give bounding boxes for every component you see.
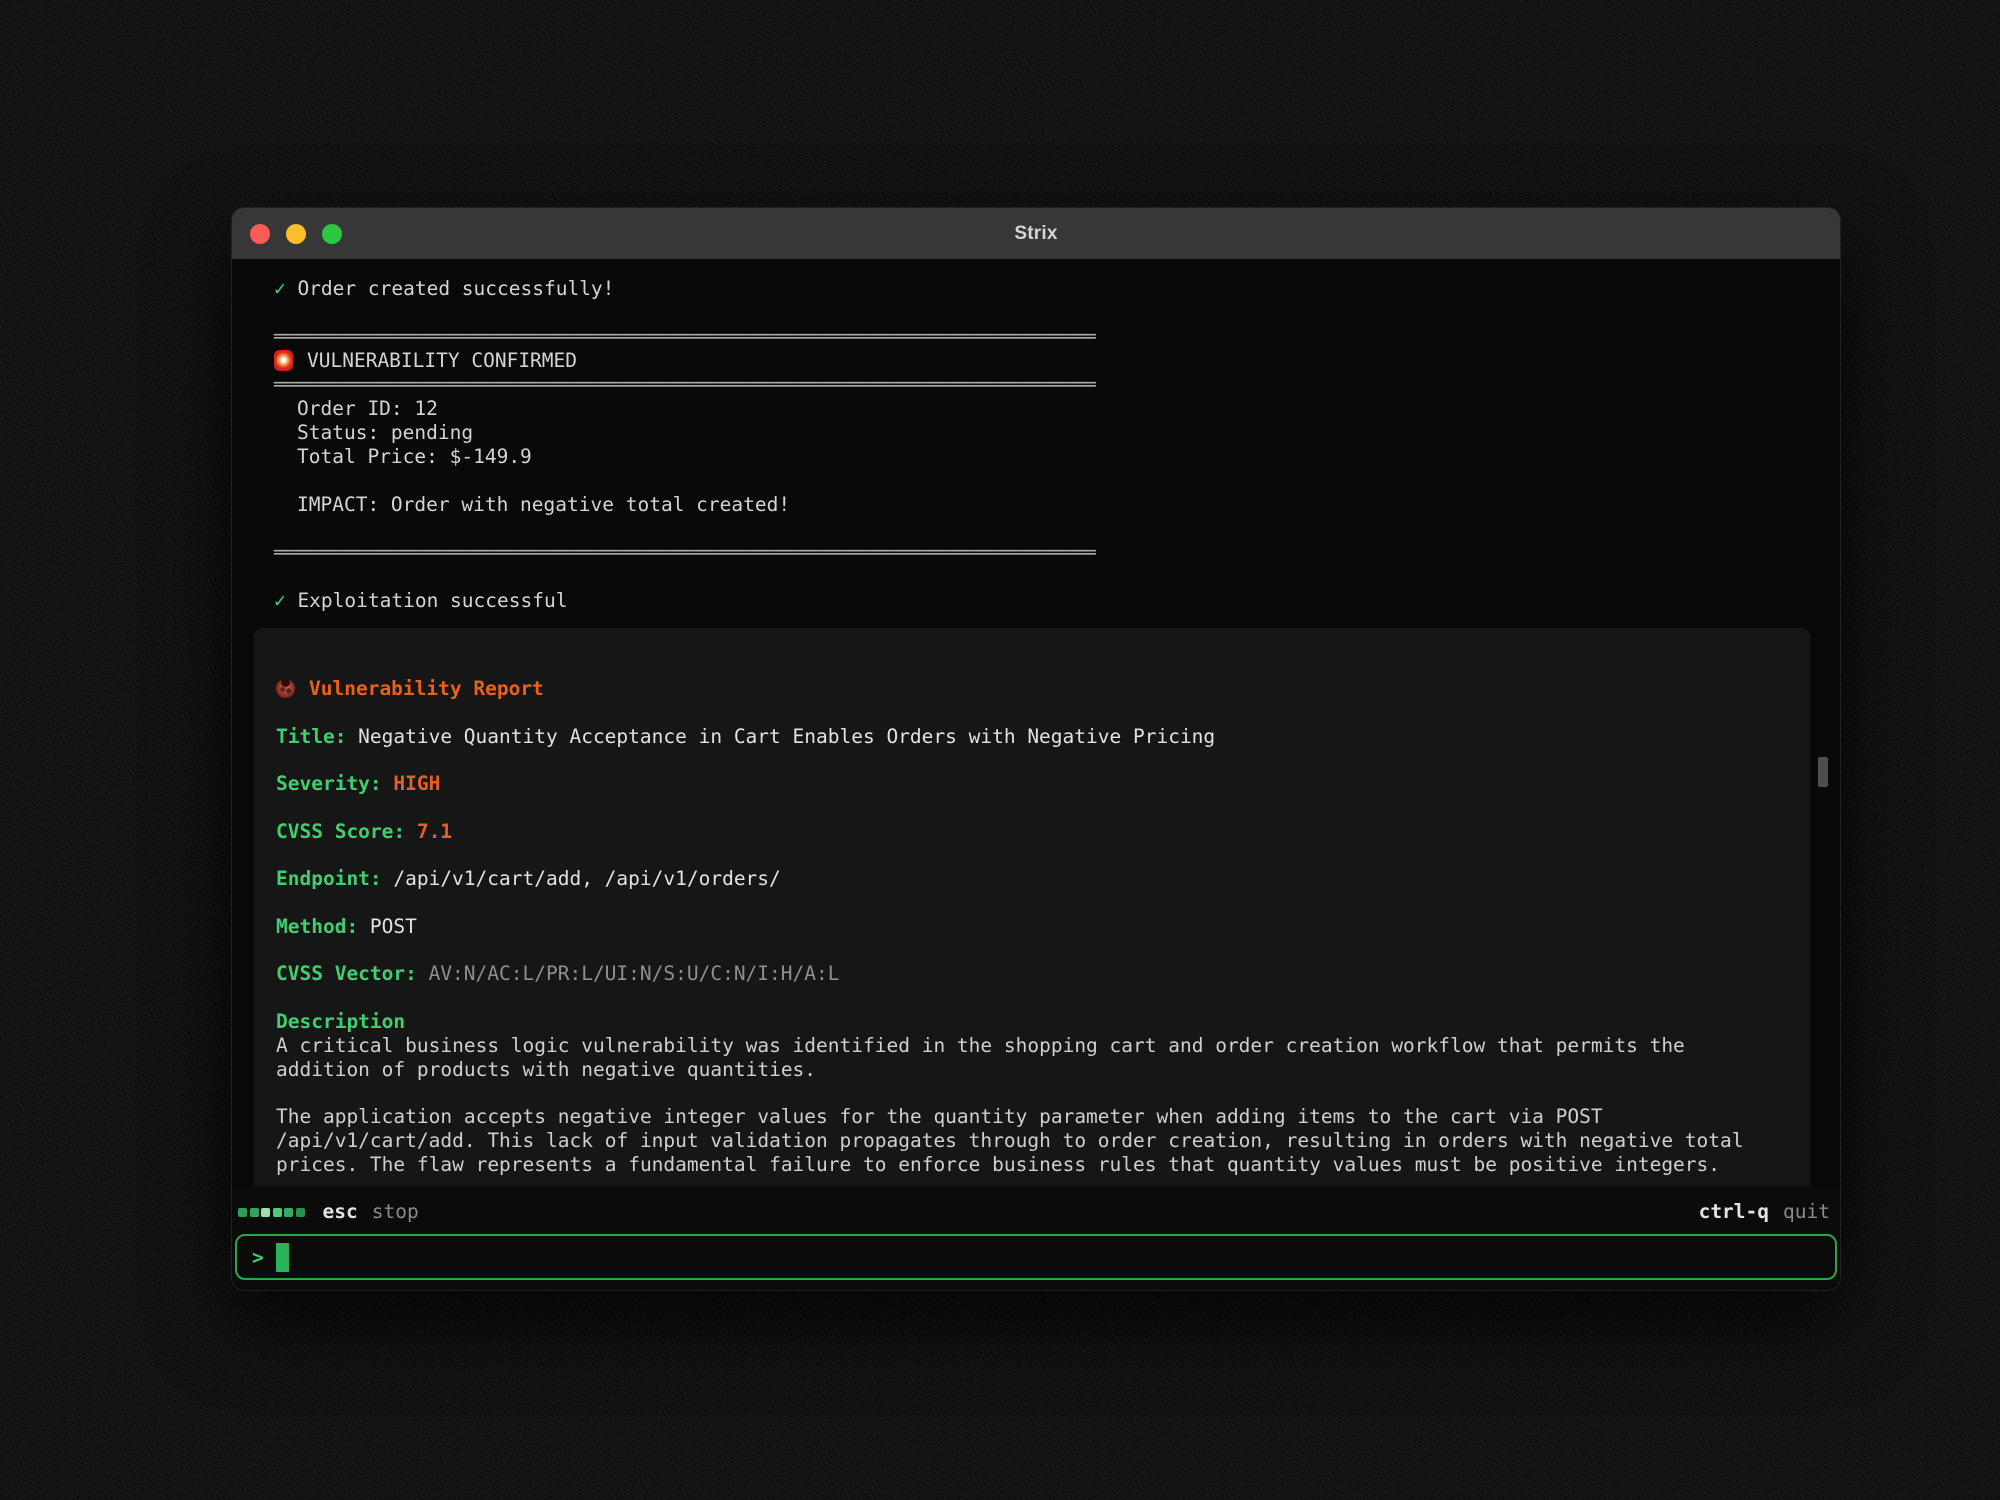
field-label: CVSS Vector: bbox=[276, 962, 417, 985]
traffic-lights bbox=[250, 208, 342, 260]
field-value: Negative Quantity Acceptance in Cart Ena… bbox=[358, 725, 1215, 748]
spinner-square bbox=[250, 1208, 259, 1217]
order-id-line: Order ID: 12 bbox=[274, 397, 1798, 421]
vulnerability-banner: VULNERABILITY CONFIRMED bbox=[274, 349, 1798, 373]
exploitation-text: Exploitation successful bbox=[297, 589, 567, 612]
description-line: addition of products with negative quant… bbox=[276, 1058, 1786, 1082]
report-field-method: Method: POST bbox=[276, 915, 1786, 939]
description-heading: Description bbox=[276, 1010, 1786, 1034]
field-value: POST bbox=[370, 915, 417, 938]
terminal-output[interactable]: ✓ Order created successfully! ═══════════… bbox=[232, 261, 1840, 1186]
report-heading-line: Vulnerability Report bbox=[276, 677, 1786, 701]
report-field-severity: Severity: HIGH bbox=[276, 772, 1786, 796]
input-prompt: > bbox=[252, 1246, 264, 1269]
status-line: Status: pending bbox=[274, 421, 1798, 445]
close-button[interactable] bbox=[250, 224, 270, 244]
minimize-button[interactable] bbox=[286, 224, 306, 244]
report-field-title: Title: Negative Quantity Acceptance in Ca… bbox=[276, 725, 1786, 749]
separator-line: ════════════════════════════════════════… bbox=[274, 373, 1798, 397]
scrollbar-thumb[interactable] bbox=[1818, 757, 1828, 787]
field-value: HIGH bbox=[393, 772, 440, 795]
separator-line: ════════════════════════════════════════… bbox=[274, 541, 1798, 565]
activity-spinner bbox=[238, 1208, 305, 1217]
bug-icon bbox=[276, 679, 295, 698]
report-field-cvss-vector: CVSS Vector: AV:N/AC:L/PR:L/UI:N/S:U/C:N/… bbox=[276, 962, 1786, 986]
spinner-square bbox=[296, 1208, 305, 1217]
report-heading: Vulnerability Report bbox=[309, 677, 544, 700]
window-titlebar: Strix bbox=[232, 208, 1840, 260]
description-line: prices. The flaw represents a fundamenta… bbox=[276, 1153, 1786, 1177]
quit-action-label: quit bbox=[1783, 1200, 1830, 1224]
command-input[interactable]: > bbox=[235, 1234, 1837, 1280]
input-cursor bbox=[276, 1243, 289, 1272]
impact-line: IMPACT: Order with negative total create… bbox=[274, 493, 1798, 517]
total-price-line: Total Price: $-149.9 bbox=[274, 445, 1798, 469]
field-value: 7.1 bbox=[417, 820, 452, 843]
check-icon: ✓ bbox=[274, 589, 286, 612]
esc-action-label: stop bbox=[372, 1200, 419, 1224]
field-label: Title: bbox=[276, 725, 346, 748]
strix-window: Strix ✓ Order created successfully! ═════… bbox=[232, 208, 1840, 1290]
status-bar: esc stop ctrl-q quit bbox=[232, 1200, 1840, 1224]
field-value: /api/v1/cart/add, /api/v1/orders/ bbox=[393, 867, 780, 890]
siren-icon bbox=[274, 350, 293, 371]
quit-key-hint: ctrl-q bbox=[1699, 1200, 1769, 1224]
field-label: Method: bbox=[276, 915, 358, 938]
check-icon: ✓ bbox=[274, 277, 286, 300]
vulnerability-report-panel: Vulnerability Report Title: Negative Quan… bbox=[254, 628, 1810, 1186]
spinner-square bbox=[284, 1208, 293, 1217]
field-value: AV:N/AC:L/PR:L/UI:N/S:U/C:N/I:H/A:L bbox=[429, 962, 840, 985]
description-line: The application accepts negative integer… bbox=[276, 1105, 1786, 1129]
report-field-cvss-score: CVSS Score: 7.1 bbox=[276, 820, 1786, 844]
field-label: Severity: bbox=[276, 772, 382, 795]
field-label: CVSS Score: bbox=[276, 820, 405, 843]
quit-hint-group: ctrl-q quit bbox=[1699, 1200, 1830, 1224]
separator-line: ════════════════════════════════════════… bbox=[274, 325, 1798, 349]
zoom-button[interactable] bbox=[322, 224, 342, 244]
success-line: ✓ Order created successfully! bbox=[274, 277, 1798, 301]
window-title: Strix bbox=[1014, 223, 1057, 245]
description-line: A critical business logic vulnerability … bbox=[276, 1034, 1786, 1058]
exploitation-line: ✓ Exploitation successful bbox=[274, 589, 1798, 613]
spinner-square bbox=[261, 1208, 270, 1217]
log-stream: ✓ Order created successfully! ═══════════… bbox=[274, 277, 1798, 613]
field-label: Endpoint: bbox=[276, 867, 382, 890]
report-field-endpoint: Endpoint: /api/v1/cart/add, /api/v1/order… bbox=[276, 867, 1786, 891]
spinner-square bbox=[273, 1208, 282, 1217]
banner-title: VULNERABILITY CONFIRMED bbox=[307, 349, 577, 372]
description-line: /api/v1/cart/add. This lack of input val… bbox=[276, 1129, 1786, 1153]
spinner-square bbox=[238, 1208, 247, 1217]
success-text: Order created successfully! bbox=[297, 277, 614, 300]
esc-key-hint: esc bbox=[323, 1200, 358, 1224]
